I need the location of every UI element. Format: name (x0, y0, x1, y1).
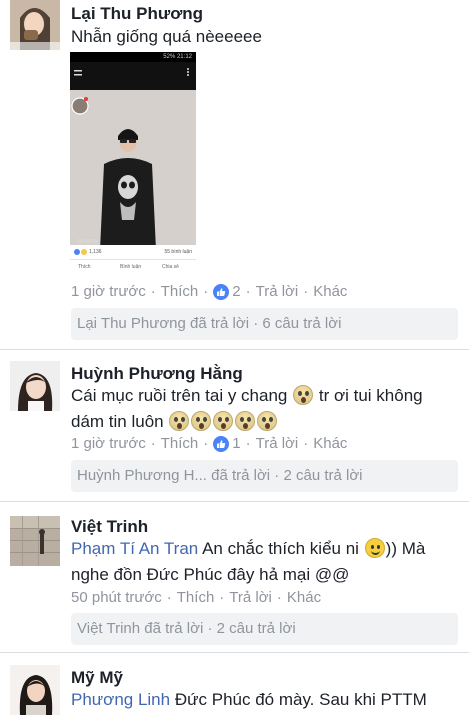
reply-link[interactable]: Trả lời (256, 435, 299, 452)
separator: · (303, 435, 309, 452)
more-link[interactable]: Khác (287, 589, 321, 606)
avatar[interactable] (10, 0, 60, 50)
comment-text: Nhẫn giống quá nèeeeee (71, 27, 262, 46)
separator: · (245, 283, 251, 300)
scream-emoji-icon (235, 411, 256, 431)
comment-meta: 50 phút trước · Thích · Trả lời · Khác (71, 589, 321, 606)
separator: · (276, 589, 282, 606)
like-link[interactable]: Thích (161, 435, 199, 452)
comment-my-my: Mỹ Mỹ Phương Linh Đức Phúc đó mày. Sau k… (0, 653, 469, 720)
separator: · (166, 589, 172, 606)
comment-text-part: Cái mục ruồi trên tai y chang (71, 386, 288, 405)
like-link[interactable]: Thích (177, 589, 215, 606)
post-like-count: 1,136 (89, 249, 102, 255)
post-comment-count: 55 bình luận (164, 249, 192, 255)
separator: · (203, 435, 209, 452)
reply-link[interactable]: Trả lời (256, 283, 299, 300)
scream-emoji-icon (213, 411, 234, 431)
comment-text: Cái mục ruồi trên tai y chang tr ơi tui … (71, 383, 456, 435)
post-like-button[interactable]: Thích (78, 264, 91, 270)
thumbs-up-icon (213, 435, 230, 452)
scream-emoji-icon (169, 411, 190, 431)
separator: · (203, 283, 209, 300)
view-replies-button[interactable]: Huỳnh Phương H... đã trả lời · 2 câu trả… (71, 460, 458, 492)
separator: · (150, 435, 156, 452)
comment-time[interactable]: 50 phút trước (71, 589, 162, 606)
comment-time[interactable]: 1 giờ trước (71, 435, 146, 452)
scream-emoji-icon (293, 385, 314, 405)
comment-text-part: An chắc thích kiểu ni (202, 539, 359, 558)
separator: · (150, 283, 156, 300)
like-link[interactable]: Thích (161, 283, 199, 300)
separator: · (219, 589, 225, 606)
comment-author[interactable]: Mỹ Mỹ (71, 668, 123, 688)
comment-text-part: Đức Phúc đó mày. Sau khi PTTM (174, 690, 427, 709)
view-replies-button[interactable]: Việt Trinh đã trả lời · 2 câu trả lời (71, 613, 458, 645)
separator: · (303, 283, 309, 300)
attached-screenshot[interactable]: 52% 21:12 00:00:09 1,136 55 bình luận Th… (70, 52, 196, 276)
thumbs-up-icon (213, 283, 230, 300)
comment-text: Phạm Tí An Tran An chắc thích kiểu ni ))… (71, 536, 456, 588)
avatar[interactable] (10, 665, 60, 715)
comment-author[interactable]: Việt Trinh (71, 517, 148, 537)
mention-link[interactable]: Phương Linh (71, 690, 170, 709)
comment-author[interactable]: Lại Thu Phương (71, 4, 203, 24)
reply-link[interactable]: Trả lời (229, 589, 272, 606)
comment-text: Phương Linh Đức Phúc đó mày. Sau khi PTT… (71, 687, 456, 713)
avatar[interactable] (10, 516, 60, 566)
more-link[interactable]: Khác (313, 283, 347, 300)
avatar[interactable] (10, 361, 60, 411)
post-share-button[interactable]: Chia sẻ (162, 264, 179, 270)
comment-viet-trinh: Việt Trinh Phạm Tí An Tran An chắc thích… (0, 502, 469, 652)
comment-huynh-phuong-hang: Huỳnh Phương Hằng Cái mục ruồi trên tai … (0, 350, 469, 501)
likes-count[interactable]: 1 (232, 435, 240, 452)
likes-count[interactable]: 2 (232, 283, 240, 300)
mention-link[interactable]: Phạm Tí An Tran (71, 539, 198, 558)
comment-author[interactable]: Huỳnh Phương Hằng (71, 364, 243, 384)
scream-emoji-icon (191, 411, 212, 431)
comment-meta: 1 giờ trước · Thích · 2 · Trả lời · Khác (71, 283, 347, 300)
comment-meta: 1 giờ trước · Thích · 1 · Trả lời · Khác (71, 435, 347, 452)
post-comment-button[interactable]: Bình luận (120, 264, 141, 270)
smile-emoji-icon (364, 538, 385, 558)
view-replies-button[interactable]: Lại Thu Phương đã trả lời · 6 câu trả lờ… (71, 308, 458, 340)
scream-emoji-icon (257, 411, 278, 431)
comment-time[interactable]: 1 giờ trước (71, 283, 146, 300)
more-link[interactable]: Khác (313, 435, 347, 452)
comment-lai-thu-phuong: Lại Thu Phương Nhẫn giống quá nèeeeee 52… (0, 0, 469, 349)
separator: · (245, 435, 251, 452)
